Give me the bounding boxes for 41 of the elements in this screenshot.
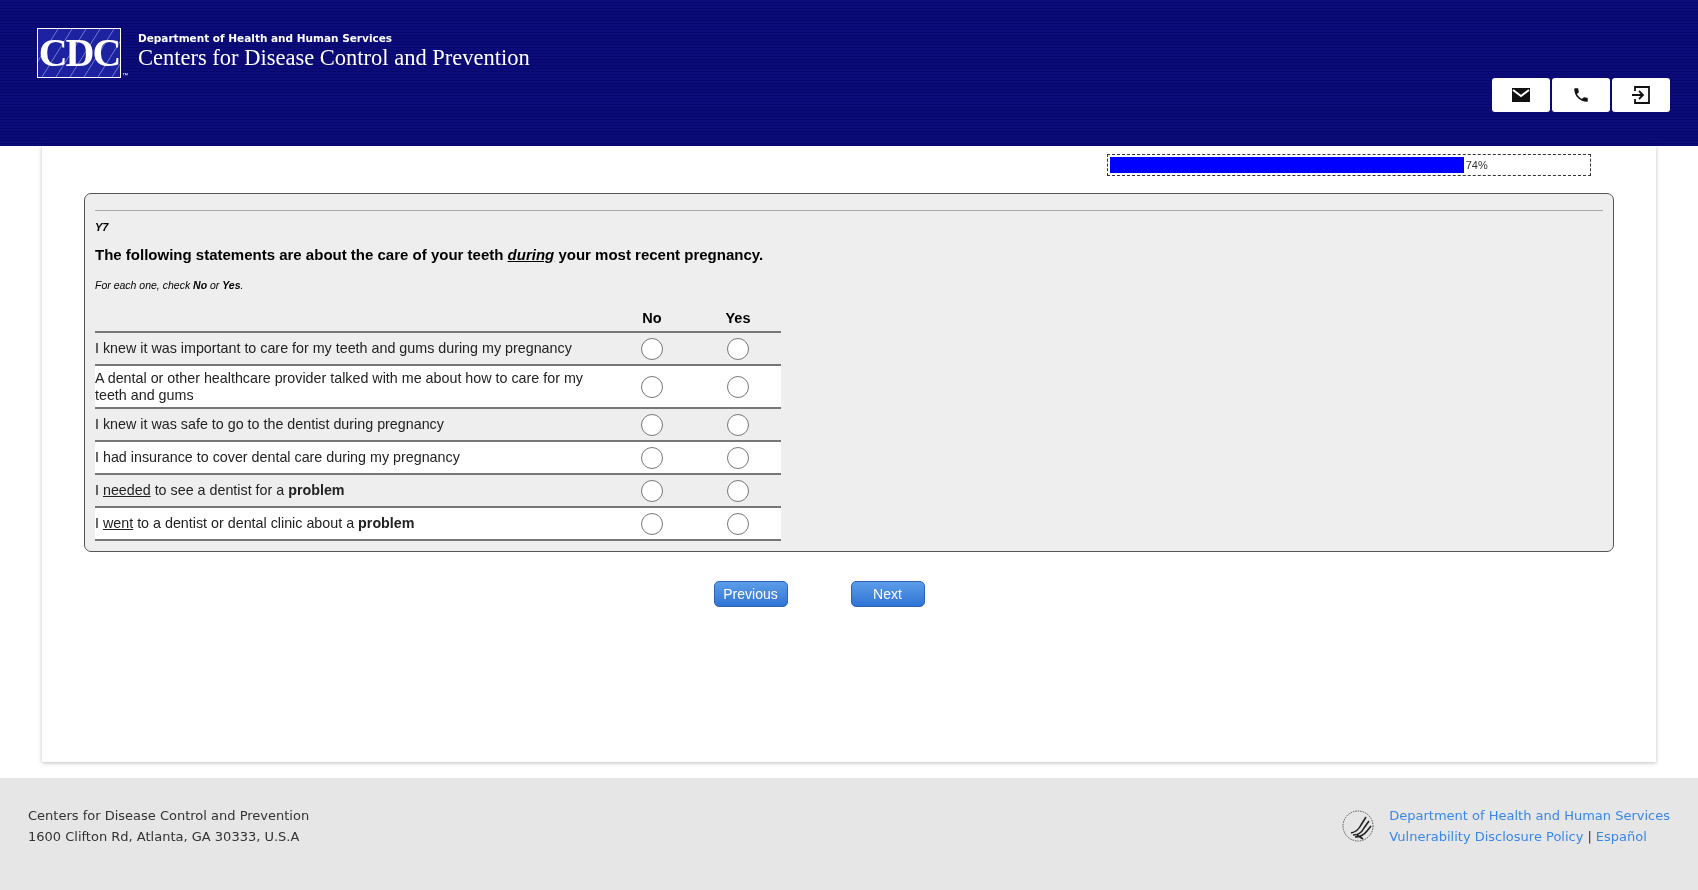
address-line: 1600 Clifton Rd, Atlanta, GA 30333, U.S.A xyxy=(28,829,301,844)
instruction-text: For each one, check No or Yes. xyxy=(95,279,245,291)
progress-reading: 74% xyxy=(1465,159,1488,171)
link-separator: | xyxy=(1587,829,1592,844)
agency-name: Centers for Disease Control and Prevention xyxy=(138,45,530,71)
exit-button[interactable] xyxy=(1612,78,1670,112)
radio-button[interactable] xyxy=(727,479,749,502)
sign-in-icon xyxy=(1631,86,1651,104)
next-button[interactable]: Next xyxy=(850,581,925,607)
spanish-link[interactable]: Español xyxy=(1595,829,1647,844)
statement-text: I knew it was safe to go to the dentist during pregnancy xyxy=(95,416,445,433)
email-button[interactable] xyxy=(1492,78,1550,112)
radio-button[interactable] xyxy=(641,375,663,398)
disclosure-policy-link[interactable]: Vulnerability Disclosure Policy xyxy=(1389,829,1584,844)
hhs-link[interactable]: Department of Health and Human Services xyxy=(1389,808,1670,823)
column-header: Yes xyxy=(695,307,781,332)
radio-button[interactable] xyxy=(727,375,749,398)
statement-text: I needed to see a dentist for a problem xyxy=(95,482,346,499)
statement-text: I knew it was important to care for my teeth and gums during my pregnancy xyxy=(95,340,573,357)
statement-text: I went to a dentist or dental clinic about a problem xyxy=(95,515,416,532)
radio-button[interactable] xyxy=(641,337,663,360)
statement-text: A dental or other healthcare provider talked with me about how to care for my teeth and gums xyxy=(95,370,584,403)
phone-button[interactable] xyxy=(1552,78,1610,112)
radio-button[interactable] xyxy=(641,446,663,469)
radio-button[interactable] xyxy=(641,479,663,502)
previous-button[interactable]: Previous xyxy=(713,581,788,607)
radio-button[interactable] xyxy=(641,512,663,535)
question-code: Y7 xyxy=(95,221,110,233)
radio-button[interactable] xyxy=(727,512,749,535)
radio-button[interactable] xyxy=(641,413,663,436)
cdc-logo: CDC xyxy=(37,28,121,78)
radio-button[interactable] xyxy=(727,413,749,436)
radio-button[interactable] xyxy=(727,337,749,360)
phone-icon xyxy=(1572,86,1590,104)
department-name: Department of Health and Human Services xyxy=(138,32,394,44)
statement-text: I had insurance to cover dental care during my pregnancy xyxy=(95,449,461,466)
envelope-icon xyxy=(1511,87,1531,103)
column-header: No xyxy=(609,307,695,332)
question-title: The following statements are about the care of your teeth during your most recent pregnancy. xyxy=(95,246,765,263)
address-line: Centers for Disease Control and Prevention xyxy=(28,808,310,823)
radio-button[interactable] xyxy=(727,446,749,469)
